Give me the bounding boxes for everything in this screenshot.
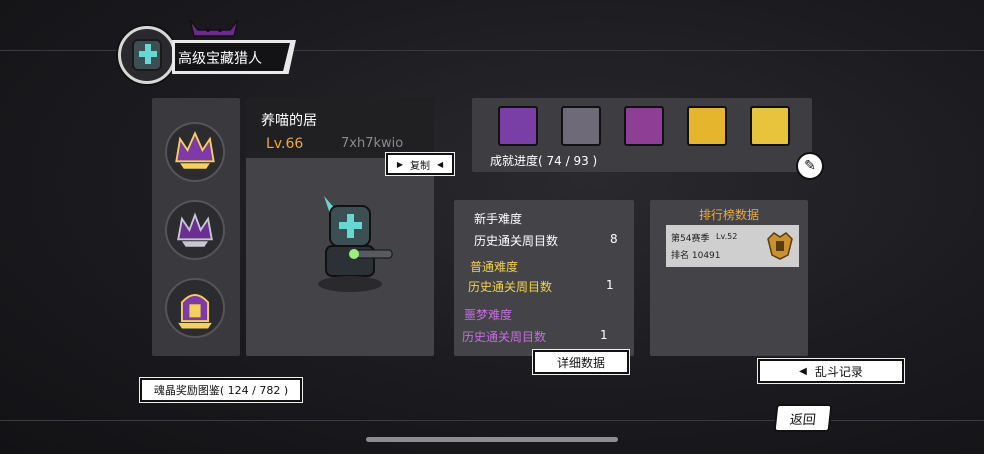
normal-value: 1: [606, 278, 614, 292]
character-id: 7xh7kwio: [341, 136, 404, 151]
gold-scepter-icon[interactable]: [750, 106, 790, 146]
nightmare-title: 噩梦难度: [464, 308, 513, 322]
character-level: Lv.66: [266, 136, 304, 152]
character-card: 养喵的居 Lv.66 7xh7kwio: [246, 98, 434, 356]
silver-crown-rank-icon[interactable]: [165, 200, 225, 260]
season-level: Lv.52: [716, 232, 738, 241]
knight-hero-portrait: [318, 196, 393, 292]
purple-dragon-icon[interactable]: [498, 106, 538, 146]
page-title: 高级宝藏猎人: [178, 51, 262, 67]
title-banner: 高级宝藏猎人: [112, 18, 312, 84]
leaderboard-entry[interactable]: 第54赛季 Lv.52 排名 10491: [666, 225, 799, 267]
purple-crown-rank-icon[interactable]: [165, 122, 225, 182]
soul-crystal-button[interactable]: 魂晶奖励图鉴( 124 / 782 ): [140, 378, 302, 402]
novice-value: 8: [610, 232, 618, 246]
achievement-progress: 成就进度( 74 / 93 ): [490, 154, 598, 168]
achievements-panel: 成就进度( 74 / 93 ): [472, 98, 812, 172]
normal-title: 普通难度: [470, 260, 519, 274]
character-name: 养喵的居: [261, 113, 317, 129]
rank-emblem-icon: [767, 232, 793, 260]
nightmare-label: 历史通关周目数: [462, 330, 547, 344]
normal-label: 历史通关周目数: [468, 280, 553, 294]
pink-crystal-icon[interactable]: [624, 106, 664, 146]
rank-badges-panel: [152, 98, 240, 356]
arrow-left-icon: ◀: [799, 365, 807, 377]
copy-label: 复制: [410, 160, 430, 172]
gold-treasure-icon[interactable]: [687, 106, 727, 146]
gold-helmet-rank-icon[interactable]: [165, 278, 225, 338]
copy-id-button[interactable]: ▶ 复制 ◀: [386, 153, 454, 175]
novice-label: 历史通关周目数: [474, 234, 559, 248]
brawl-label: 乱斗记录: [814, 364, 863, 379]
edit-icon[interactable]: ✎: [796, 152, 824, 180]
arrow-right-icon: ▶: [396, 159, 403, 169]
knight-avatar-icon: [118, 26, 176, 84]
demon-horns-icon: [189, 19, 239, 37]
detail-data-button[interactable]: 详细数据: [533, 350, 629, 374]
nightmare-value: 1: [600, 328, 608, 342]
season-label: 第54赛季: [671, 234, 710, 244]
arrow-left-icon: ◀: [437, 159, 444, 169]
novice-title: 新手难度: [474, 212, 523, 226]
bottom-divider: [0, 420, 984, 421]
brawl-record-button[interactable]: ◀ 乱斗记录: [758, 359, 904, 383]
leaderboard-title: 排行榜数据: [698, 208, 759, 222]
skull-cart-icon[interactable]: [561, 106, 601, 146]
leaderboard-panel: 排行榜数据 第54赛季 Lv.52 排名 10491: [650, 200, 808, 356]
difficulty-panel: 新手难度 历史通关周目数 8 普通难度 历史通关周目数 1 噩梦难度 历史通关周…: [454, 200, 634, 356]
season-rank: 排名 10491: [671, 251, 721, 261]
home-indicator[interactable]: [366, 437, 618, 442]
back-button[interactable]: 返回: [773, 404, 833, 432]
